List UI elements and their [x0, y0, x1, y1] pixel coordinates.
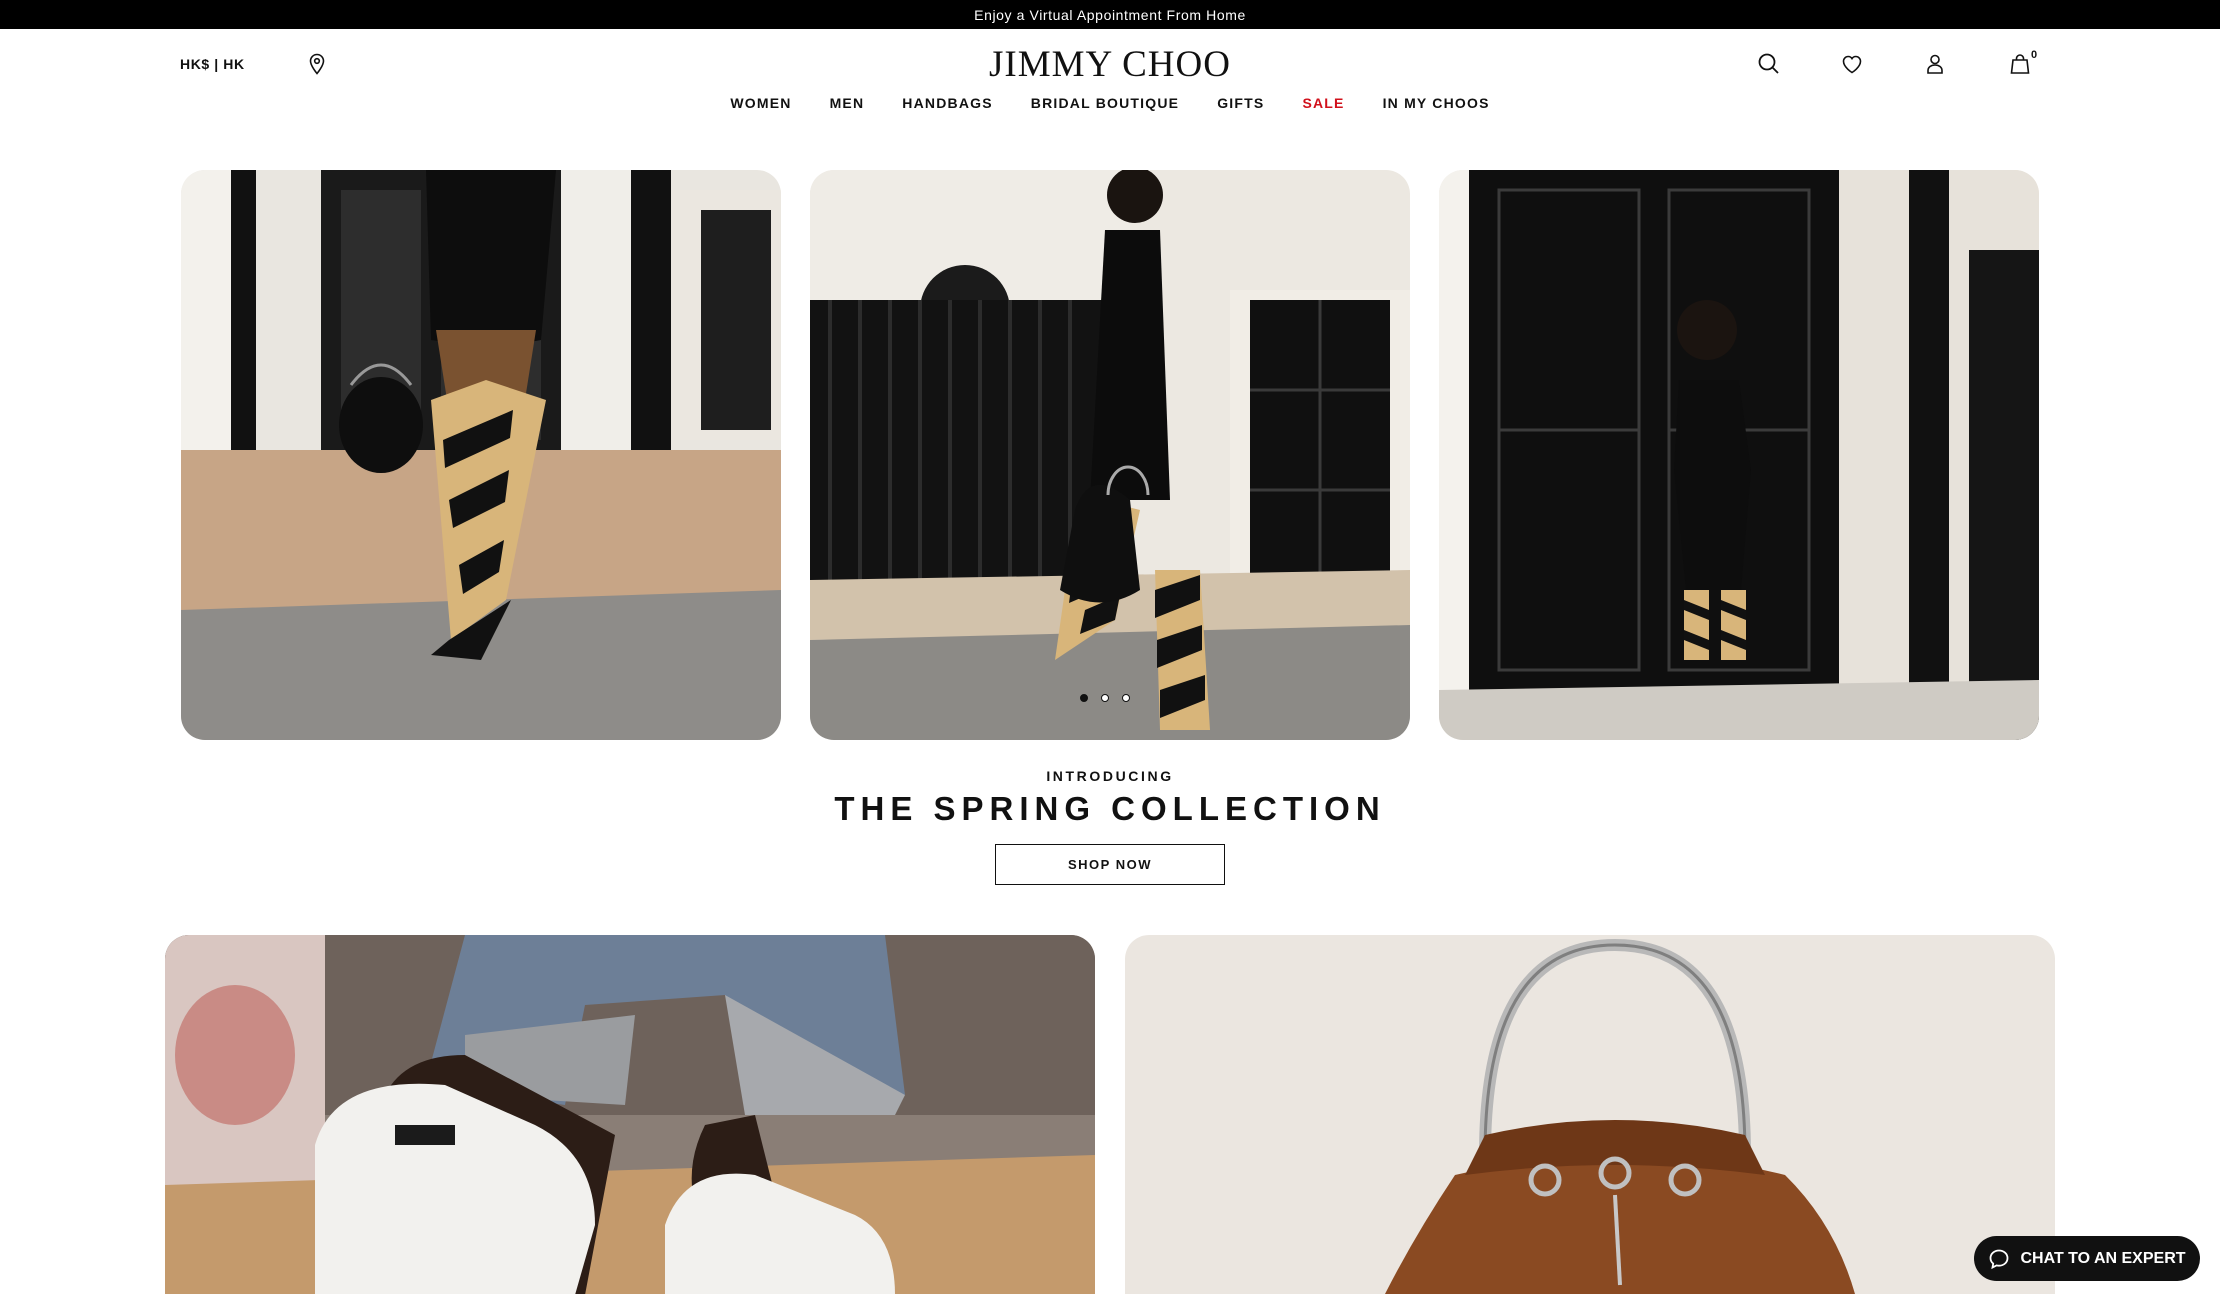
hero-slide-2-image: [810, 170, 1410, 740]
hero-carousel[interactable]: [181, 170, 2039, 740]
carousel-dots: [1080, 694, 1130, 702]
hero-slide-3[interactable]: [1439, 170, 2039, 740]
carousel-dot-3[interactable]: [1122, 694, 1130, 702]
hero-slide-3-image: [1439, 170, 2039, 740]
handbag-promo-image: [1125, 935, 2055, 1294]
shopping-bag-icon[interactable]: [2007, 51, 2033, 77]
nav-men[interactable]: MEN: [830, 95, 865, 111]
sneakers-promo-image: [165, 935, 1095, 1294]
hero-slide-1-image: [181, 170, 781, 740]
main-navigation: WOMEN MEN HANDBAGS BRIDAL BOUTIQUE GIFTS…: [0, 95, 2220, 111]
nav-handbags[interactable]: HANDBAGS: [902, 95, 993, 111]
account-user-icon[interactable]: [1922, 51, 1948, 77]
shop-now-button[interactable]: SHOP NOW: [995, 844, 1225, 885]
site-header: HK$ | HK JIMMY CHOO 0 WOMEN MEN HANDBAGS…: [0, 29, 2220, 129]
nav-bridal-boutique[interactable]: BRIDAL BOUTIQUE: [1031, 95, 1179, 111]
handbag-promo-tile[interactable]: [1125, 935, 2055, 1294]
chat-bubble-icon: [1990, 1249, 2009, 1269]
hero-slide-2[interactable]: [810, 170, 1410, 740]
nav-sale[interactable]: SALE: [1302, 95, 1344, 111]
collection-kicker: INTRODUCING: [1046, 768, 1174, 784]
location-pin-icon[interactable]: [307, 53, 327, 75]
nav-gifts[interactable]: GIFTS: [1217, 95, 1264, 111]
announcement-text[interactable]: Enjoy a Virtual Appointment From Home: [974, 7, 1246, 23]
wishlist-heart-icon[interactable]: [1839, 51, 1865, 77]
hero-slide-1[interactable]: [181, 170, 781, 740]
sneakers-promo-tile[interactable]: [165, 935, 1095, 1294]
announcement-bar[interactable]: Enjoy a Virtual Appointment From Home: [0, 0, 2220, 29]
chat-label: CHAT TO AN EXPERT: [2020, 1249, 2186, 1267]
search-icon[interactable]: [1756, 51, 1782, 77]
collection-title: THE SPRING COLLECTION: [834, 790, 1386, 827]
locale-selector[interactable]: HK$ | HK: [180, 56, 245, 72]
logo-link[interactable]: JIMMY CHOO: [989, 44, 1231, 85]
brand-logo: JIMMY CHOO: [0, 43, 2220, 86]
bag-count-badge: 0: [2031, 49, 2038, 61]
nav-in-my-choos[interactable]: IN MY CHOOS: [1383, 95, 1490, 111]
chat-to-expert-button[interactable]: CHAT TO AN EXPERT: [1974, 1236, 2200, 1281]
carousel-dot-1[interactable]: [1080, 694, 1088, 702]
nav-women[interactable]: WOMEN: [730, 95, 791, 111]
carousel-dot-2[interactable]: [1101, 694, 1109, 702]
